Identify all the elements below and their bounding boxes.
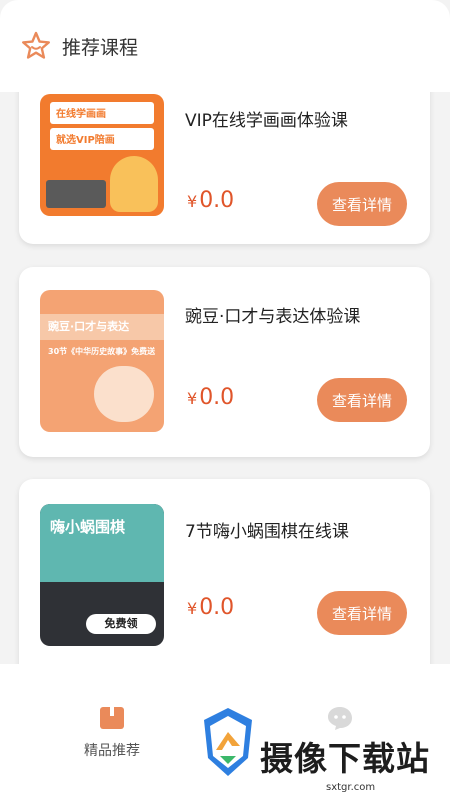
view-details-button[interactable]: 查看详情 [317,182,407,226]
watermark-logo-icon [204,708,252,776]
price-value: 0.0 [199,385,235,410]
star-icon [20,30,52,62]
course-card[interactable]: 在线学画画 就选VIP陪画 VIP在线学画画体验课 ¥0.0 查看详情 [19,92,430,244]
nav-label: 精品推荐 [84,743,140,759]
price-value: 0.0 [199,595,235,620]
thumb-text: 豌豆·口才与表达 [48,320,130,333]
course-price: ¥0.0 [187,385,234,410]
course-list[interactable]: 在线学画画 就选VIP陪画 VIP在线学画画体验课 ¥0.0 查看详情 豌豆·口… [0,92,450,664]
thumb-text: 嗨小蜗围棋 [50,518,126,536]
course-title: 豌豆·口才与表达体验课 [185,307,361,327]
header-bar: 推荐课程 [0,0,450,92]
currency-symbol: ¥ [187,389,198,408]
watermark-text: 摄像下载站 [260,739,430,778]
thumb-text: 在线学画画 [56,109,106,120]
course-title: VIP在线学画画体验课 [185,111,348,131]
price-value: 0.0 [199,188,235,213]
course-title: 7节嗨小蜗围棋在线课 [185,522,349,542]
book-icon [98,704,126,732]
course-price: ¥0.0 [187,188,234,213]
thumb-text: 30节《中华历史故事》免费送 [48,347,156,356]
nav-item-recommended[interactable]: 精品推荐 [72,704,152,760]
course-price: ¥0.0 [187,595,234,620]
course-card[interactable]: 嗨小蜗围棋 免费领 7节嗨小蜗围棋在线课 ¥0.0 查看详情 [19,479,430,664]
course-thumbnail[interactable]: 在线学画画 就选VIP陪画 [40,94,164,216]
view-details-button[interactable]: 查看详情 [317,378,407,422]
view-details-button[interactable]: 查看详情 [317,591,407,635]
watermark: 摄像下载站 sxtgr.com [202,702,450,800]
thumb-text: 就选VIP陪画 [56,135,115,146]
page-title: 推荐课程 [62,36,139,59]
thumb-text: 免费领 [86,614,156,634]
course-card[interactable]: 豌豆·口才与表达 30节《中华历史故事》免费送 豌豆·口才与表达体验课 ¥0.0… [19,267,430,457]
currency-symbol: ¥ [187,192,198,211]
course-thumbnail[interactable]: 豌豆·口才与表达 30节《中华历史故事》免费送 [40,290,164,432]
course-thumbnail[interactable]: 嗨小蜗围棋 免费领 [40,504,164,646]
currency-symbol: ¥ [187,599,198,618]
watermark-url: sxtgr.com [326,782,376,793]
